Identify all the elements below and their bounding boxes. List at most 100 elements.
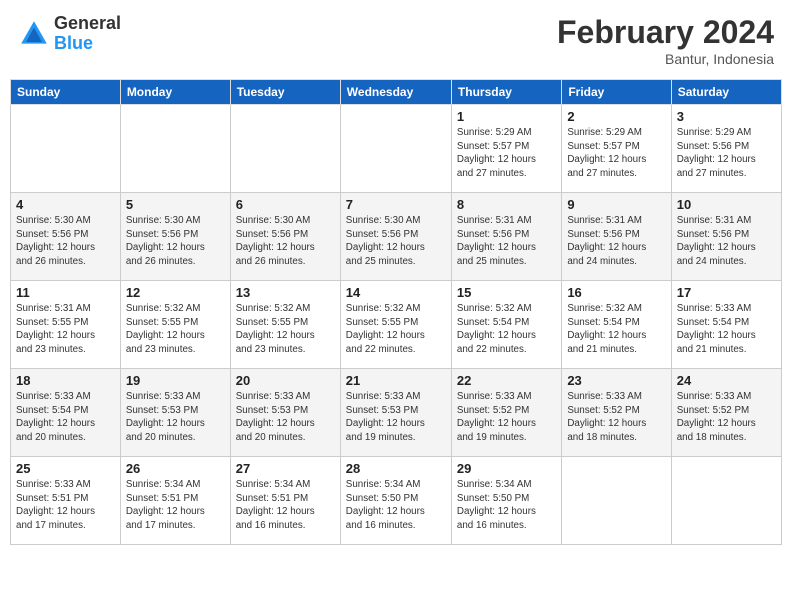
day-number: 29 <box>457 461 556 476</box>
day-number: 24 <box>677 373 776 388</box>
header-col-friday: Friday <box>562 80 671 105</box>
day-number: 3 <box>677 109 776 124</box>
day-info: Sunrise: 5:29 AM Sunset: 5:56 PM Dayligh… <box>677 126 776 181</box>
day-info: Sunrise: 5:29 AM Sunset: 5:57 PM Dayligh… <box>567 126 665 181</box>
day-info: Sunrise: 5:33 AM Sunset: 5:52 PM Dayligh… <box>457 390 556 445</box>
calendar-day-cell: 22Sunrise: 5:33 AM Sunset: 5:52 PM Dayli… <box>451 369 561 457</box>
logo-text: General Blue <box>54 14 121 54</box>
day-info: Sunrise: 5:33 AM Sunset: 5:51 PM Dayligh… <box>16 478 115 533</box>
day-info: Sunrise: 5:34 AM Sunset: 5:50 PM Dayligh… <box>346 478 446 533</box>
day-number: 23 <box>567 373 665 388</box>
day-info: Sunrise: 5:30 AM Sunset: 5:56 PM Dayligh… <box>126 214 225 269</box>
title-block: February 2024 Bantur, Indonesia <box>557 14 774 67</box>
calendar-day-cell: 6 Sunrise: 5:30 AM Sunset: 5:56 PM Daylig… <box>230 193 340 281</box>
day-number: 19 <box>126 373 225 388</box>
header-col-wednesday: Wednesday <box>340 80 451 105</box>
calendar-day-cell: 28 Sunrise: 5:34 AM Sunset: 5:50 PM Dayli… <box>340 457 451 545</box>
day-number: 10 <box>677 197 776 212</box>
calendar-day-cell: 15 Sunrise: 5:32 AM Sunset: 5:54 PM Dayli… <box>451 281 561 369</box>
day-number: 26 <box>126 461 225 476</box>
day-number: 1 <box>457 109 556 124</box>
day-number: 14 <box>346 285 446 300</box>
day-info: Sunrise: 5:33 AM Sunset: 5:54 PM Dayligh… <box>677 302 776 357</box>
day-info: Sunrise: 5:33 AM Sunset: 5:53 PM Dayligh… <box>126 390 225 445</box>
calendar-table: SundayMondayTuesdayWednesdayThursdayFrid… <box>10 79 782 545</box>
day-info: Sunrise: 5:34 AM Sunset: 5:51 PM Dayligh… <box>126 478 225 533</box>
calendar-day-cell: 10 Sunrise: 5:31 AM Sunset: 5:56 PM Dayli… <box>671 193 781 281</box>
day-number: 17 <box>677 285 776 300</box>
subtitle: Bantur, Indonesia <box>557 51 774 67</box>
day-number: 5 <box>126 197 225 212</box>
logo-icon <box>18 18 50 50</box>
calendar-day-cell: 13Sunrise: 5:32 AM Sunset: 5:55 PM Dayli… <box>230 281 340 369</box>
day-number: 9 <box>567 197 665 212</box>
calendar-day-cell: 24 Sunrise: 5:33 AM Sunset: 5:52 PM Dayli… <box>671 369 781 457</box>
day-info: Sunrise: 5:32 AM Sunset: 5:54 PM Dayligh… <box>567 302 665 357</box>
day-number: 25 <box>16 461 115 476</box>
calendar-day-cell: 2 Sunrise: 5:29 AM Sunset: 5:57 PM Daylig… <box>562 105 671 193</box>
day-info: Sunrise: 5:31 AM Sunset: 5:55 PM Dayligh… <box>16 302 115 357</box>
calendar-header-row: SundayMondayTuesdayWednesdayThursdayFrid… <box>11 80 782 105</box>
calendar-day-cell: 5 Sunrise: 5:30 AM Sunset: 5:56 PM Daylig… <box>120 193 230 281</box>
calendar-day-cell: 23 Sunrise: 5:33 AM Sunset: 5:52 PM Dayli… <box>562 369 671 457</box>
day-info: Sunrise: 5:30 AM Sunset: 5:56 PM Dayligh… <box>346 214 446 269</box>
calendar-day-cell <box>562 457 671 545</box>
day-info: Sunrise: 5:32 AM Sunset: 5:55 PM Dayligh… <box>236 302 335 357</box>
calendar-day-cell: 8 Sunrise: 5:31 AM Sunset: 5:56 PM Daylig… <box>451 193 561 281</box>
day-number: 6 <box>236 197 335 212</box>
calendar-day-cell <box>671 457 781 545</box>
day-number: 15 <box>457 285 556 300</box>
calendar-day-cell: 9 Sunrise: 5:31 AM Sunset: 5:56 PM Daylig… <box>562 193 671 281</box>
day-number: 7 <box>346 197 446 212</box>
calendar-day-cell <box>340 105 451 193</box>
calendar-day-cell <box>120 105 230 193</box>
calendar-day-cell: 1 Sunrise: 5:29 AM Sunset: 5:57 PM Daylig… <box>451 105 561 193</box>
day-info: Sunrise: 5:30 AM Sunset: 5:56 PM Dayligh… <box>236 214 335 269</box>
day-number: 4 <box>16 197 115 212</box>
day-number: 11 <box>16 285 115 300</box>
header-col-saturday: Saturday <box>671 80 781 105</box>
calendar-day-cell: 27Sunrise: 5:34 AM Sunset: 5:51 PM Dayli… <box>230 457 340 545</box>
day-number: 28 <box>346 461 446 476</box>
calendar-week-row: 1 Sunrise: 5:29 AM Sunset: 5:57 PM Daylig… <box>11 105 782 193</box>
calendar-day-cell: 7 Sunrise: 5:30 AM Sunset: 5:56 PM Daylig… <box>340 193 451 281</box>
day-number: 21 <box>346 373 446 388</box>
day-number: 12 <box>126 285 225 300</box>
day-info: Sunrise: 5:33 AM Sunset: 5:53 PM Dayligh… <box>236 390 335 445</box>
calendar-day-cell: 29 Sunrise: 5:34 AM Sunset: 5:50 PM Dayli… <box>451 457 561 545</box>
day-info: Sunrise: 5:32 AM Sunset: 5:54 PM Dayligh… <box>457 302 556 357</box>
day-info: Sunrise: 5:30 AM Sunset: 5:56 PM Dayligh… <box>16 214 115 269</box>
logo-general: General <box>54 14 121 34</box>
day-info: Sunrise: 5:33 AM Sunset: 5:52 PM Dayligh… <box>677 390 776 445</box>
calendar-week-row: 11 Sunrise: 5:31 AM Sunset: 5:55 PM Dayli… <box>11 281 782 369</box>
logo-blue: Blue <box>54 34 121 54</box>
calendar-day-cell: 20 Sunrise: 5:33 AM Sunset: 5:53 PM Dayli… <box>230 369 340 457</box>
calendar-day-cell: 14Sunrise: 5:32 AM Sunset: 5:55 PM Dayli… <box>340 281 451 369</box>
header: General Blue February 2024 Bantur, Indon… <box>10 10 782 71</box>
calendar-day-cell <box>11 105 121 193</box>
day-info: Sunrise: 5:33 AM Sunset: 5:53 PM Dayligh… <box>346 390 446 445</box>
calendar-day-cell: 21 Sunrise: 5:33 AM Sunset: 5:53 PM Dayli… <box>340 369 451 457</box>
day-number: 20 <box>236 373 335 388</box>
calendar-day-cell: 26 Sunrise: 5:34 AM Sunset: 5:51 PM Dayli… <box>120 457 230 545</box>
header-col-monday: Monday <box>120 80 230 105</box>
day-number: 16 <box>567 285 665 300</box>
day-info: Sunrise: 5:33 AM Sunset: 5:52 PM Dayligh… <box>567 390 665 445</box>
calendar-day-cell: 11 Sunrise: 5:31 AM Sunset: 5:55 PM Dayli… <box>11 281 121 369</box>
calendar-day-cell: 3 Sunrise: 5:29 AM Sunset: 5:56 PM Daylig… <box>671 105 781 193</box>
day-info: Sunrise: 5:31 AM Sunset: 5:56 PM Dayligh… <box>457 214 556 269</box>
logo: General Blue <box>18 14 121 54</box>
calendar-day-cell: 12 Sunrise: 5:32 AM Sunset: 5:55 PM Dayli… <box>120 281 230 369</box>
calendar-day-cell <box>230 105 340 193</box>
day-number: 8 <box>457 197 556 212</box>
calendar-week-row: 4 Sunrise: 5:30 AM Sunset: 5:56 PM Daylig… <box>11 193 782 281</box>
day-info: Sunrise: 5:29 AM Sunset: 5:57 PM Dayligh… <box>457 126 556 181</box>
day-info: Sunrise: 5:34 AM Sunset: 5:51 PM Dayligh… <box>236 478 335 533</box>
day-info: Sunrise: 5:32 AM Sunset: 5:55 PM Dayligh… <box>126 302 225 357</box>
day-info: Sunrise: 5:31 AM Sunset: 5:56 PM Dayligh… <box>567 214 665 269</box>
day-info: Sunrise: 5:34 AM Sunset: 5:50 PM Dayligh… <box>457 478 556 533</box>
day-info: Sunrise: 5:31 AM Sunset: 5:56 PM Dayligh… <box>677 214 776 269</box>
calendar-day-cell: 18Sunrise: 5:33 AM Sunset: 5:54 PM Dayli… <box>11 369 121 457</box>
day-number: 2 <box>567 109 665 124</box>
header-col-tuesday: Tuesday <box>230 80 340 105</box>
